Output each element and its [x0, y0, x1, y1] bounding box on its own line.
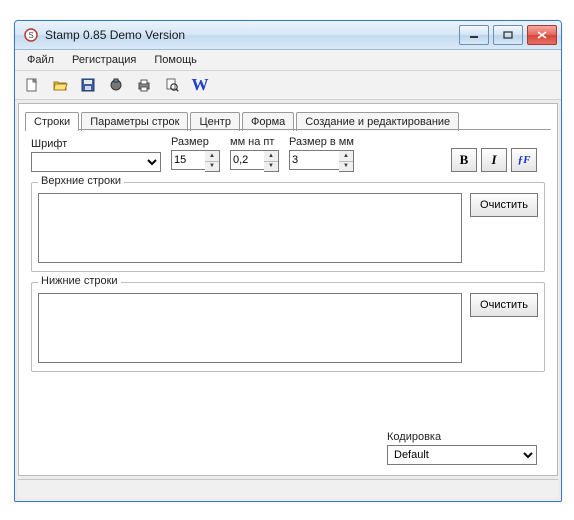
svg-text:S: S	[28, 31, 33, 40]
save-icon[interactable]	[77, 74, 99, 96]
bold-button[interactable]: B	[451, 148, 477, 172]
mmpt-spinner[interactable]: ▲▼	[264, 150, 279, 172]
window-title: Stamp 0.85 Demo Version	[45, 28, 459, 42]
function-button[interactable]: ƒF	[511, 148, 537, 172]
close-button[interactable]	[527, 25, 557, 45]
open-folder-icon[interactable]	[49, 74, 71, 96]
top-lines-group: Верхние строки Очистить	[31, 182, 545, 272]
size-label: Размер	[171, 136, 220, 148]
preview-icon[interactable]	[161, 74, 183, 96]
new-file-icon[interactable]	[21, 74, 43, 96]
print-icon[interactable]	[133, 74, 155, 96]
mmpt-input[interactable]	[230, 150, 264, 170]
statusbar	[18, 479, 558, 498]
maximize-button[interactable]	[493, 25, 523, 45]
sizemm-label: Размер в мм	[289, 136, 354, 148]
tabstrip: Строки Параметры строк Центр Форма Созда…	[25, 108, 551, 130]
menu-registration[interactable]: Регистрация	[64, 52, 144, 68]
titlebar: S Stamp 0.85 Demo Version	[15, 21, 561, 50]
encoding-label: Кодировка	[387, 431, 537, 443]
font-row: Шрифт Размер ▲▼ мм на пт	[31, 136, 545, 172]
encoding-row: Кодировка Default	[31, 423, 545, 465]
clear-bottom-button[interactable]: Очистить	[470, 293, 538, 317]
app-icon: S	[23, 27, 39, 43]
italic-button[interactable]: I	[481, 148, 507, 172]
tab-lines[interactable]: Строки	[25, 112, 79, 131]
size-spinner[interactable]: ▲▼	[205, 150, 220, 172]
bottom-lines-group: Нижние строки Очистить	[31, 282, 545, 372]
toolbar: W	[15, 71, 561, 100]
size-input[interactable]	[171, 150, 205, 170]
encoding-select[interactable]: Default	[387, 445, 537, 465]
clear-top-button[interactable]: Очистить	[470, 193, 538, 217]
design-icon[interactable]	[105, 74, 127, 96]
word-icon[interactable]: W	[189, 74, 211, 96]
top-lines-legend: Верхние строки	[38, 175, 124, 187]
font-label: Шрифт	[31, 138, 161, 150]
client-area: Строки Параметры строк Центр Форма Созда…	[18, 103, 558, 476]
bottom-lines-legend: Нижние строки	[38, 275, 121, 287]
minimize-button[interactable]	[459, 25, 489, 45]
menu-file[interactable]: Файл	[19, 52, 62, 68]
sizemm-spinner[interactable]: ▲▼	[339, 150, 354, 172]
top-lines-textarea[interactable]	[38, 193, 462, 263]
menu-help[interactable]: Помощь	[146, 52, 205, 68]
font-select[interactable]	[31, 152, 161, 172]
menubar: Файл Регистрация Помощь	[15, 50, 561, 71]
word-icon-label: W	[192, 75, 209, 95]
sizemm-input[interactable]	[289, 150, 339, 170]
bottom-lines-textarea[interactable]	[38, 293, 462, 363]
app-window: S Stamp 0.85 Demo Version Файл Регистрац…	[14, 20, 562, 502]
mmpt-label: мм на пт	[230, 136, 279, 148]
tabpage-lines: Шрифт Размер ▲▼ мм на пт	[25, 130, 551, 469]
